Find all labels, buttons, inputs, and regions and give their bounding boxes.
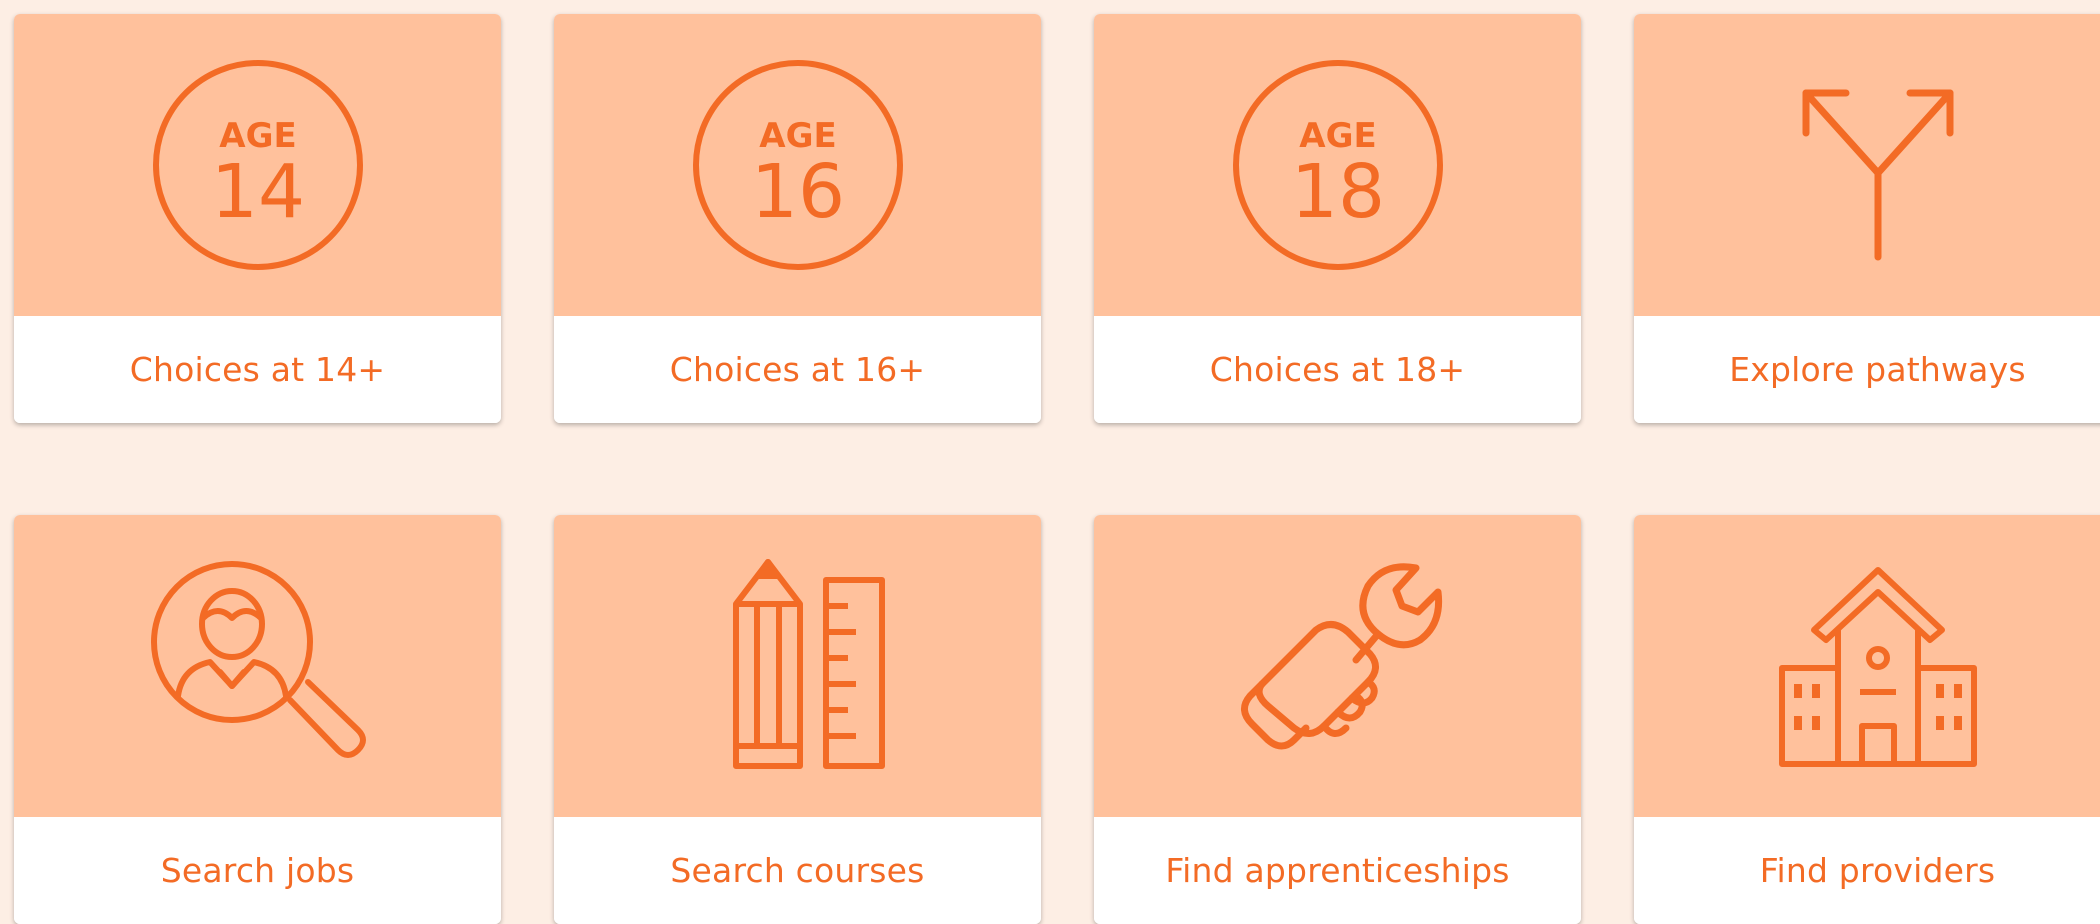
search-jobs-tile[interactable]: Search jobs xyxy=(14,515,501,924)
tile-label: Search courses xyxy=(670,851,925,890)
svg-text:16: 16 xyxy=(750,149,844,235)
school-building-icon xyxy=(1778,567,1977,767)
tile-label: Search jobs xyxy=(160,851,355,890)
svg-text:18: 18 xyxy=(1290,149,1384,235)
tile-label-area: Choices at 18+ xyxy=(1094,316,1581,423)
tile-label-area: Find apprenticeships xyxy=(1094,817,1581,924)
tile-label-area: Search courses xyxy=(554,817,1041,924)
tile-label-area: Find providers xyxy=(1634,817,2100,924)
tile-icon-area xyxy=(1634,14,2100,316)
search-courses-tile[interactable]: Search courses xyxy=(554,515,1041,924)
tile-label-area: Search jobs xyxy=(14,817,501,924)
tile-icon-area xyxy=(1634,515,2100,817)
explore-pathways-tile[interactable]: Explore pathways xyxy=(1634,14,2100,423)
svg-text:14: 14 xyxy=(210,149,304,235)
person-search-icon xyxy=(150,561,366,758)
tile-label: Choices at 18+ xyxy=(1209,350,1466,389)
tile-icon-area xyxy=(14,515,501,817)
hand-wrench-icon xyxy=(1240,563,1442,750)
tile-icon-area xyxy=(1094,515,1581,817)
tile-label: Choices at 14+ xyxy=(129,350,386,389)
age-18-icon: AGE 18 xyxy=(1232,60,1443,270)
navigation-tile-grid: AGE 14 Choices at 14+ AGE 16 Choices at … xyxy=(14,14,2100,924)
age-14-icon: AGE 14 xyxy=(152,60,363,270)
tile-label-area: Choices at 16+ xyxy=(554,316,1041,423)
tile-label: Explore pathways xyxy=(1729,350,2026,389)
choices-14-tile[interactable]: AGE 14 Choices at 14+ xyxy=(14,14,501,423)
branching-arrows-icon xyxy=(1802,89,1953,261)
tile-label: Choices at 16+ xyxy=(669,350,926,389)
pencil-ruler-icon xyxy=(732,559,885,769)
tile-icon-area: AGE 16 xyxy=(554,14,1041,316)
tile-icon-area: AGE 18 xyxy=(1094,14,1581,316)
find-providers-tile[interactable]: Find providers xyxy=(1634,515,2100,924)
choices-18-tile[interactable]: AGE 18 Choices at 18+ xyxy=(1094,14,1581,423)
tile-icon-area: AGE 14 xyxy=(14,14,501,316)
tile-label-area: Choices at 14+ xyxy=(14,316,501,423)
tile-label: Find providers xyxy=(1759,851,1996,890)
choices-16-tile[interactable]: AGE 16 Choices at 16+ xyxy=(554,14,1041,423)
tile-icon-area xyxy=(554,515,1041,817)
find-apprenticeships-tile[interactable]: Find apprenticeships xyxy=(1094,515,1581,924)
age-16-icon: AGE 16 xyxy=(692,60,903,270)
tile-label-area: Explore pathways xyxy=(1634,316,2100,423)
tile-label: Find apprenticeships xyxy=(1165,851,1510,890)
